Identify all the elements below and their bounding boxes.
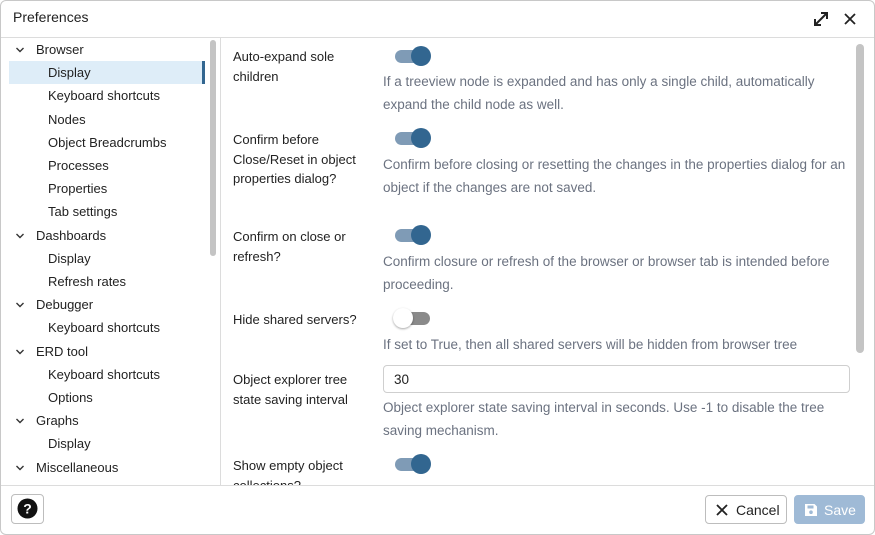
chevron-down-icon[interactable] xyxy=(15,416,25,426)
settings-panel: Auto-expand sole children If a treeview … xyxy=(221,38,874,485)
question-circle-icon: ? xyxy=(17,498,38,519)
cancel-button[interactable]: Cancel xyxy=(705,495,787,524)
toggle-knob xyxy=(411,128,431,148)
hide-shared-servers-help: If set to True, then all shared servers … xyxy=(383,337,798,352)
close-icon xyxy=(716,504,728,516)
show-empty-collections-label: Show empty object collections? xyxy=(233,458,343,485)
hide-shared-servers-label: Hide shared servers? xyxy=(233,312,357,327)
tree-group[interactable]: ERD tool xyxy=(9,340,205,363)
confirm-refresh-help: Confirm closure or refresh of the browse… xyxy=(383,254,830,292)
help-button[interactable]: ? xyxy=(11,494,44,524)
tree-group[interactable]: Dashboards xyxy=(9,224,205,247)
toggle-knob xyxy=(393,308,413,328)
tree-item[interactable]: Display xyxy=(9,247,205,270)
tree-item-label: Dashboards xyxy=(36,227,107,243)
expand-icon[interactable] xyxy=(811,9,831,29)
save-icon xyxy=(805,504,817,516)
auto-expand-help: If a treeview node is expanded and has o… xyxy=(383,74,815,112)
tree-scrollbar[interactable] xyxy=(210,40,216,256)
tree-item-label: Refresh rates xyxy=(48,274,127,289)
tree-group[interactable]: Miscellaneous xyxy=(9,456,205,479)
toggle-knob xyxy=(411,46,431,66)
tree-item-label: Tab settings xyxy=(48,204,118,220)
tree-item-label: Keyboard shortcuts xyxy=(48,88,161,104)
toggle-knob xyxy=(411,454,431,474)
tree-item-label: Display xyxy=(48,65,91,81)
tree-item-label: ERD tool xyxy=(36,343,89,359)
confirm-refresh-toggle[interactable] xyxy=(395,225,431,245)
tree-item-label: Options xyxy=(48,390,93,405)
tree-item[interactable]: Keyboard shortcuts xyxy=(9,363,205,386)
tree-item[interactable]: Nodes xyxy=(9,108,205,131)
confirm-refresh-label: Confirm on close or refresh? xyxy=(233,229,346,264)
tree-item-label: Debugger xyxy=(36,297,94,313)
save-label: Save xyxy=(824,502,856,518)
tree-group[interactable]: Browser xyxy=(9,38,205,61)
tree-item-label: Processes xyxy=(48,158,109,173)
chevron-down-icon[interactable] xyxy=(15,231,25,241)
settings-scrollbar[interactable] xyxy=(856,44,864,353)
tree-item-label: Graphs xyxy=(36,413,79,429)
tree-item-label: Browser xyxy=(36,42,84,57)
tree-item-label: Display xyxy=(48,250,91,266)
tree-item[interactable]: Options xyxy=(9,386,205,409)
tree-item-label: Properties xyxy=(48,181,108,197)
preferences-dialog: Preferences Browser Display Keyboard short… xyxy=(0,0,875,535)
tree-item-label: Keyboard shortcuts xyxy=(48,320,161,336)
tree-item[interactable]: Properties xyxy=(9,177,205,200)
tree-item[interactable]: Object Breadcrumbs xyxy=(9,131,205,154)
tree-item-label: Display xyxy=(48,436,91,452)
svg-text:?: ? xyxy=(23,501,32,517)
tree-state-interval-input[interactable] xyxy=(383,365,850,393)
chevron-down-icon[interactable] xyxy=(15,463,25,473)
dialog-title: Preferences xyxy=(13,9,89,25)
tree-item[interactable]: Tab settings xyxy=(9,200,205,223)
tree-item[interactable]: Display xyxy=(9,61,205,85)
tree-group[interactable]: Debugger xyxy=(9,293,205,316)
close-icon[interactable] xyxy=(840,9,860,29)
confirm-close-reset-label: Confirm before Close/Reset in object pro… xyxy=(233,132,356,186)
tree-state-interval-help: Object explorer state saving interval in… xyxy=(383,400,825,438)
tree-group[interactable]: Graphs xyxy=(9,409,205,432)
dialog-titlebar: Preferences xyxy=(1,1,874,38)
tree-item-label: Object Breadcrumbs xyxy=(48,134,167,150)
preferences-tree: Browser Display Keyboard shortcuts Nodes Obj… xyxy=(1,38,221,485)
show-empty-collections-toggle[interactable] xyxy=(395,454,431,474)
tree-state-interval-label: Object explorer tree state saving interv… xyxy=(233,372,348,407)
tree-item-label: Keyboard shortcuts xyxy=(48,366,161,382)
chevron-down-icon[interactable] xyxy=(15,300,25,310)
tree-item[interactable]: Processes xyxy=(9,154,205,177)
chevron-down-icon[interactable] xyxy=(15,347,25,357)
chevron-down-icon[interactable] xyxy=(15,45,25,55)
confirm-close-reset-help: Confirm before closing or resetting the … xyxy=(383,157,846,195)
tree-item-label: Miscellaneous xyxy=(36,459,119,475)
confirm-close-reset-toggle[interactable] xyxy=(395,128,431,148)
hide-shared-servers-toggle[interactable] xyxy=(393,308,431,328)
tree-item[interactable]: Keyboard shortcuts xyxy=(9,84,205,107)
dialog-footer: ? Cancel Save xyxy=(1,485,874,534)
cancel-label: Cancel xyxy=(736,502,780,518)
auto-expand-toggle[interactable] xyxy=(395,46,431,66)
toggle-knob xyxy=(411,225,431,245)
auto-expand-label: Auto-expand sole children xyxy=(233,49,335,84)
tree-item[interactable]: Display xyxy=(9,432,205,455)
tree-item-label: Nodes xyxy=(48,111,86,127)
tree-item[interactable]: Keyboard shortcuts xyxy=(9,316,205,339)
save-button[interactable]: Save xyxy=(794,495,865,524)
tree-item[interactable]: Refresh rates xyxy=(9,270,205,293)
